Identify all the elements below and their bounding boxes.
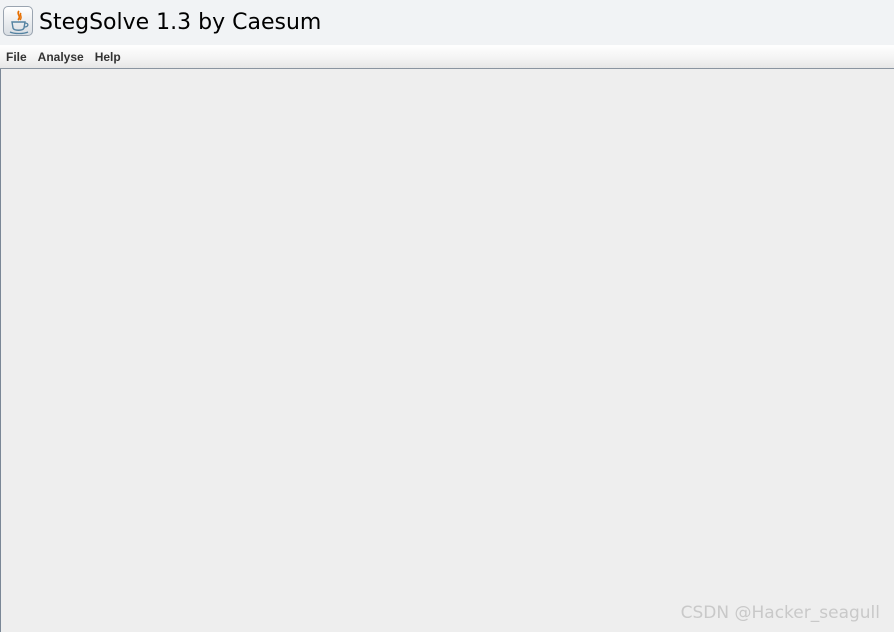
title-bar[interactable]: StegSolve 1.3 by Caesum xyxy=(0,0,894,45)
menu-bar: File Analyse Help xyxy=(0,45,894,69)
window-title: StegSolve 1.3 by Caesum xyxy=(39,10,322,35)
menu-help[interactable]: Help xyxy=(91,47,125,67)
menu-file[interactable]: File xyxy=(2,47,31,67)
menu-analyse[interactable]: Analyse xyxy=(34,47,88,67)
app-window: StegSolve 1.3 by Caesum File Analyse Hel… xyxy=(0,0,894,632)
java-coffee-cup-icon[interactable] xyxy=(3,6,33,36)
watermark-text: CSDN @Hacker_seagull xyxy=(680,603,880,623)
image-display-area: CSDN @Hacker_seagull xyxy=(0,69,894,632)
